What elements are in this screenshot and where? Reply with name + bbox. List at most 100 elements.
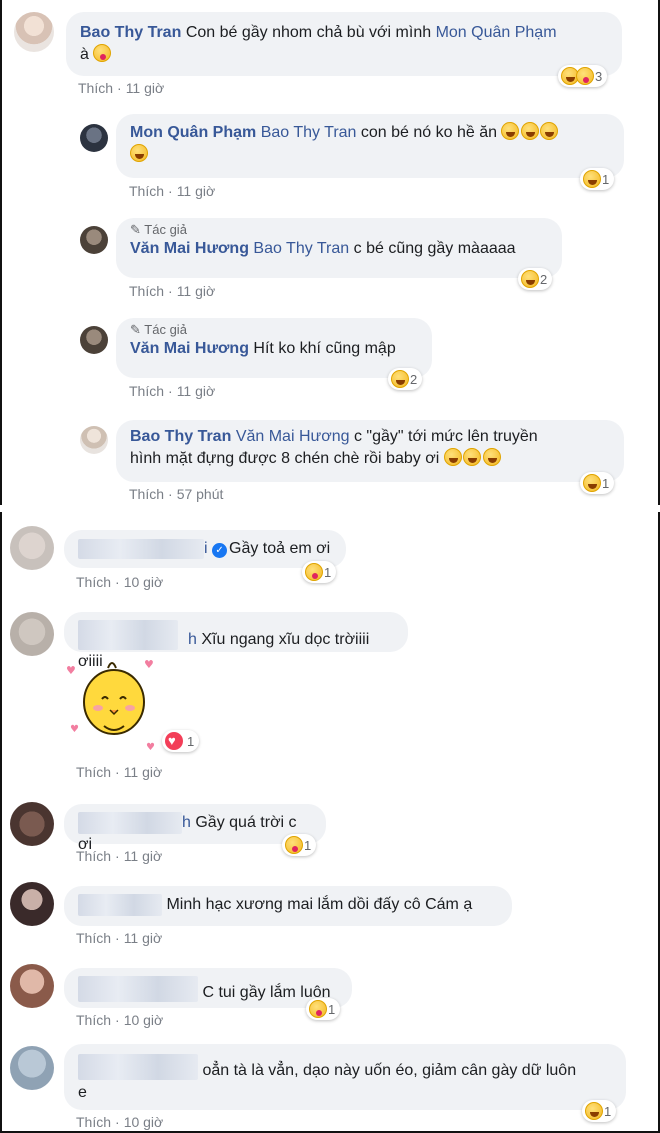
avatar[interactable] [80, 426, 108, 454]
haha-emoji-icon [443, 448, 462, 466]
comment-actions: Thích · 11 giờ [129, 183, 216, 199]
verified-badge-icon: ✓ [212, 543, 228, 558]
comment-text: c bé cũng gầy màaaaa [353, 240, 516, 257]
svg-text:♥: ♥ [66, 664, 76, 677]
like-link[interactable]: Thích [76, 764, 111, 780]
like-link[interactable]: Thích [129, 183, 164, 199]
timestamp[interactable]: 10 giờ [124, 1012, 164, 1028]
redacted-name [78, 538, 204, 559]
comment-bubble: Bao Thy Tran Con bé gầy nhom chả bù với … [66, 12, 622, 76]
avatar[interactable] [10, 612, 54, 656]
comment-actions: Thích · 10 giờ [76, 1012, 164, 1028]
emoji-icon [93, 44, 112, 62]
author-badge: ✎ Tác giả [130, 222, 548, 238]
comment-text: oẳn tà là vẳn, dạo này uốn éo, giảm cân … [202, 1062, 577, 1079]
haha-emoji-icon [540, 122, 559, 140]
avatar[interactable] [10, 882, 54, 926]
comment-text: c "gầy" tới mức lên truyền [353, 428, 538, 445]
like-link[interactable]: Thích [76, 1114, 111, 1130]
commenter-name-tail[interactable]: h [182, 814, 191, 831]
reaction-count: 1 [304, 837, 312, 853]
haha-reaction-icon [391, 370, 409, 388]
author-badge: ✎ Tác giả [130, 322, 418, 338]
reaction-count: 3 [595, 68, 603, 84]
svg-text:♥: ♥ [70, 724, 79, 735]
reaction-summary[interactable]: 1 [162, 730, 200, 752]
mention-link[interactable]: Bao Thy Tran [261, 124, 357, 141]
svg-text:♥: ♥ [146, 742, 155, 753]
bottom-comment-thread: i ✓ Gầy toả em ơi 1 Thích · 10 giờ h Xĩu ng… [0, 512, 660, 1133]
like-link[interactable]: Thích [76, 930, 111, 946]
reaction-summary[interactable]: 1 [306, 998, 341, 1020]
like-link[interactable]: Thích [129, 383, 164, 399]
comment-bubble: ✎ Tác giả Văn Mai Hương Hít ko khí cũng … [116, 318, 432, 378]
haha-reaction-icon [585, 1102, 603, 1120]
commenter-name[interactable]: Văn Mai Hương [130, 340, 249, 357]
haha-emoji-icon [520, 122, 539, 140]
timestamp[interactable]: 11 giờ [124, 764, 163, 780]
comment-bubble: i ✓ Gầy toả em ơi [64, 530, 346, 568]
comment-actions: Thích · 11 giờ [129, 383, 216, 399]
commenter-name[interactable]: Mon Quân Phạm [130, 124, 256, 141]
avatar[interactable] [10, 526, 54, 570]
avatar[interactable] [10, 1046, 54, 1090]
top-comment-thread: Bao Thy Tran Con bé gầy nhom chả bù với … [0, 0, 660, 505]
pencil-icon: ✎ [130, 322, 141, 337]
timestamp[interactable]: 11 giờ [177, 283, 216, 299]
commenter-name[interactable]: Bao Thy Tran [80, 24, 181, 41]
timestamp[interactable]: 57 phút [177, 486, 224, 502]
avatar[interactable] [80, 326, 108, 354]
mention-link[interactable]: Văn Mai Hương [236, 428, 350, 445]
redacted-name [78, 812, 182, 834]
reaction-summary[interactable]: 1 [302, 561, 337, 583]
timestamp[interactable]: 10 giờ [124, 574, 164, 590]
reaction-summary[interactable]: 3 [558, 65, 608, 87]
care-reaction-icon [285, 836, 303, 854]
mention-link[interactable]: Bao Thy Tran [253, 240, 349, 257]
avatar[interactable] [80, 226, 108, 254]
avatar[interactable] [80, 124, 108, 152]
avatar[interactable] [10, 964, 54, 1008]
reaction-count: 1 [328, 1001, 336, 1017]
reaction-summary[interactable]: 2 [388, 368, 423, 390]
timestamp[interactable]: 11 giờ [126, 80, 165, 96]
reaction-summary[interactable]: 1 [580, 168, 615, 190]
mention-link[interactable]: Mon Quân Phạm [436, 24, 557, 41]
comment-bubble: oẳn tà là vẳn, dạo này uốn éo, giảm cân … [64, 1044, 626, 1110]
reaction-count: 1 [602, 475, 610, 491]
comment-actions: Thích · 57 phút [129, 486, 224, 502]
haha-reaction-icon [583, 474, 601, 492]
reaction-count: 2 [540, 271, 548, 287]
reaction-summary[interactable]: 1 [582, 1100, 617, 1122]
comment-text: à [80, 46, 89, 63]
timestamp[interactable]: 11 giờ [177, 183, 216, 199]
author-tag-label: Tác giả [144, 322, 187, 337]
comment-text: Gầy toả em ơi [229, 540, 331, 557]
like-link[interactable]: Thích [76, 1012, 111, 1028]
love-reaction-icon [165, 732, 183, 750]
timestamp[interactable]: 11 giờ [177, 383, 216, 399]
timestamp[interactable]: 10 giờ [124, 1114, 164, 1130]
reaction-summary[interactable]: 1 [282, 834, 317, 856]
reaction-summary[interactable]: 1 [580, 472, 615, 494]
like-link[interactable]: Thích [78, 80, 113, 96]
commenter-name-tail[interactable]: h [188, 631, 197, 648]
like-link[interactable]: Thích [76, 848, 111, 864]
avatar[interactable] [10, 802, 54, 846]
comment-actions: Thích · 11 giờ [76, 764, 163, 780]
like-link[interactable]: Thích [129, 283, 164, 299]
commenter-name-tail[interactable]: i [204, 540, 208, 557]
timestamp[interactable]: 11 giờ [124, 930, 163, 946]
reaction-count: 1 [604, 1103, 612, 1119]
care-reaction-icon [309, 1000, 327, 1018]
avatar[interactable] [14, 12, 54, 52]
like-link[interactable]: Thích [129, 486, 164, 502]
redacted-name [78, 1054, 198, 1080]
commenter-name[interactable]: Bao Thy Tran [130, 428, 231, 445]
timestamp[interactable]: 11 giờ [124, 848, 163, 864]
reaction-count: 2 [410, 371, 418, 387]
like-link[interactable]: Thích [76, 574, 111, 590]
commenter-name[interactable]: Văn Mai Hương [130, 240, 249, 257]
reaction-summary[interactable]: 2 [518, 268, 553, 290]
comment-text: Minh hạc xương mai lắm dồi đấy cô Cám ạ [166, 896, 473, 914]
